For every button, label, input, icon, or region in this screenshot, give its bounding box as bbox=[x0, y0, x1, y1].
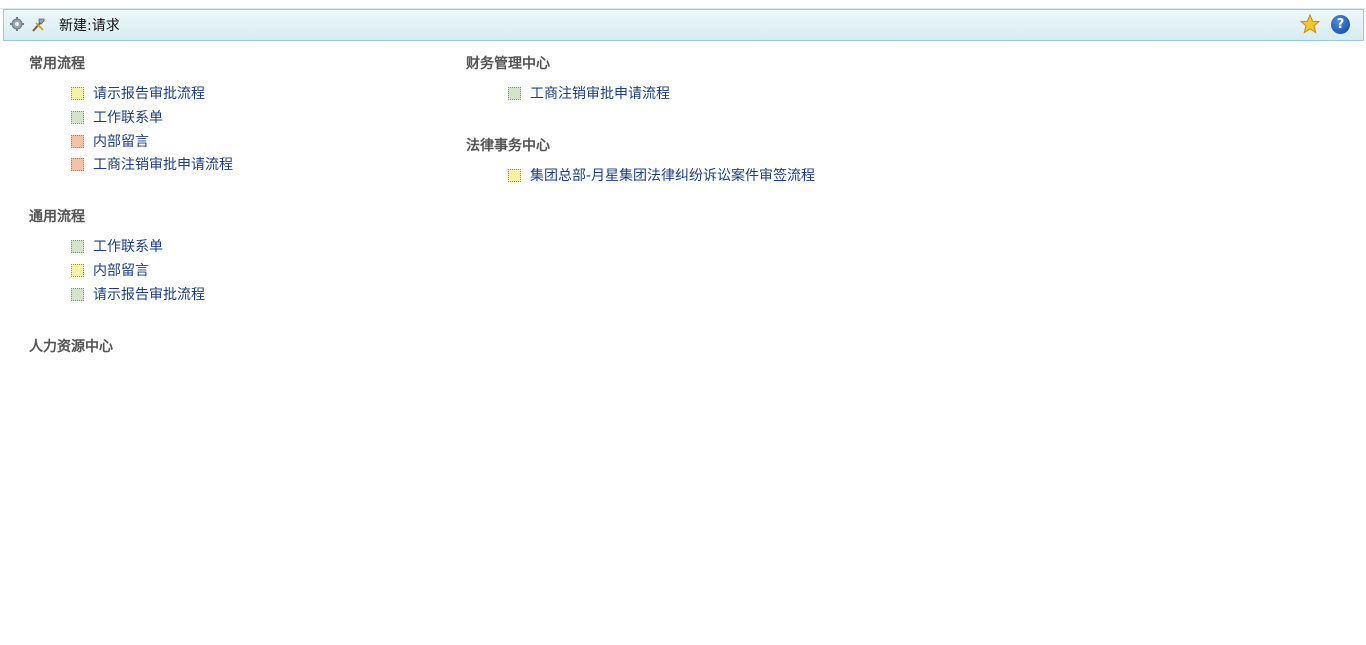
page: 新建:请求 ? 常用流程 请示报告审批流程 工作联系单 内部留言 工商注销审批申… bbox=[0, 0, 1366, 645]
item-link[interactable]: 内部留言 bbox=[93, 262, 149, 280]
group-common-flows: 常用流程 bbox=[29, 55, 429, 73]
gear-icon[interactable] bbox=[10, 17, 24, 31]
item-link[interactable]: 工作联系单 bbox=[93, 109, 163, 127]
group-title: 人力资源中心 bbox=[29, 339, 113, 355]
status-color-icon bbox=[71, 240, 84, 253]
group-hr-center: 人力资源中心 bbox=[29, 338, 429, 356]
status-color-icon bbox=[71, 288, 84, 301]
status-color-icon bbox=[71, 135, 84, 148]
title-bar: 新建:请求 ? bbox=[3, 9, 1364, 41]
item-link[interactable]: 集团总部-月星集团法律纠纷诉讼案件审签流程 bbox=[530, 167, 815, 185]
status-color-icon bbox=[71, 264, 84, 277]
item-link[interactable]: 工商注销审批申请流程 bbox=[530, 85, 670, 103]
item-link[interactable]: 工商注销审批申请流程 bbox=[93, 156, 233, 174]
tools-icon[interactable] bbox=[30, 17, 46, 33]
group-finance-center: 财务管理中心 bbox=[466, 55, 1066, 73]
item-link[interactable]: 内部留言 bbox=[93, 133, 149, 151]
item-link[interactable]: 请示报告审批流程 bbox=[93, 85, 205, 103]
status-color-icon bbox=[508, 87, 521, 100]
group-title: 财务管理中心 bbox=[466, 56, 550, 72]
group-legal-center: 法律事务中心 bbox=[466, 137, 1066, 155]
status-color-icon bbox=[508, 169, 521, 182]
item-link[interactable]: 工作联系单 bbox=[93, 238, 163, 256]
help-icon[interactable]: ? bbox=[1331, 15, 1350, 34]
page-title: 新建:请求 bbox=[59, 18, 120, 34]
group-title: 常用流程 bbox=[29, 56, 85, 72]
favorite-star-icon[interactable] bbox=[1300, 14, 1320, 34]
top-strip bbox=[0, 0, 1366, 9]
status-color-icon bbox=[71, 111, 84, 124]
group-title: 通用流程 bbox=[29, 209, 85, 225]
status-color-icon bbox=[71, 87, 84, 100]
status-color-icon bbox=[71, 158, 84, 171]
group-general-flows: 通用流程 bbox=[29, 208, 429, 226]
group-title: 法律事务中心 bbox=[466, 138, 550, 154]
item-link[interactable]: 请示报告审批流程 bbox=[93, 286, 205, 304]
